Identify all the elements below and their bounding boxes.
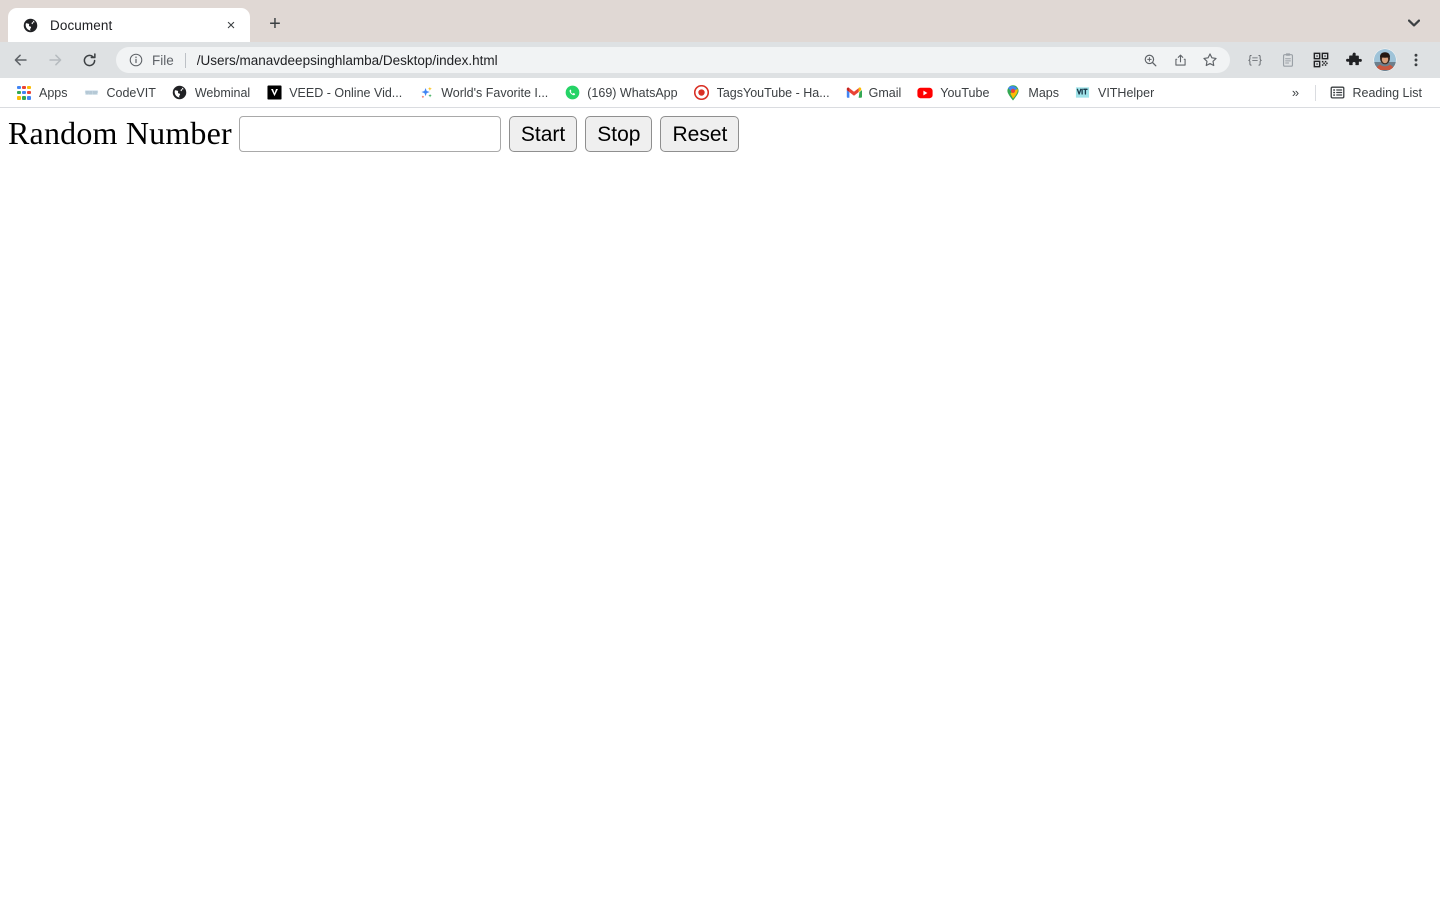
bookmark-youtube[interactable]: YouTube	[911, 82, 997, 104]
veed-favicon	[266, 85, 282, 101]
qr-code-icon[interactable]	[1307, 46, 1335, 74]
maps-favicon	[1005, 84, 1021, 101]
browser-toolbar: File /Users/manavdeepsinghlamba/Desktop/…	[0, 42, 1440, 78]
forward-arrow-icon	[40, 45, 70, 75]
star-icon[interactable]	[1198, 48, 1222, 72]
reset-button[interactable]: Reset	[660, 116, 740, 152]
autofill-glyph: {=}	[1248, 54, 1262, 66]
profile-avatar[interactable]	[1373, 48, 1397, 72]
url-text: /Users/manavdeepsinghlamba/Desktop/index…	[196, 52, 498, 68]
whatsapp-favicon	[564, 85, 580, 101]
codevit-favicon	[84, 85, 100, 101]
bookmarks-bar: Apps CodeVIT Webminal VEED - Online Vid.…	[0, 78, 1440, 108]
reading-list-label: Reading List	[1352, 85, 1423, 100]
bookmark-label: YouTube	[940, 85, 990, 100]
apps-grid-icon	[16, 85, 32, 101]
bookmark-label: Apps	[39, 85, 68, 100]
share-icon[interactable]	[1168, 48, 1192, 72]
bookmark-label: Webminal	[194, 85, 251, 100]
bookmarks-overflow-button[interactable]: »	[1285, 82, 1307, 104]
youtube-favicon	[917, 85, 933, 101]
zoom-in-icon[interactable]	[1138, 48, 1162, 72]
bookmark-vithelper[interactable]: VITHelper	[1069, 82, 1162, 104]
gmail-favicon	[846, 85, 862, 101]
start-button[interactable]: Start	[508, 116, 578, 152]
page-content: Random Number Start Stop Reset	[0, 108, 1440, 899]
bookmark-label: (169) WhatsApp	[587, 85, 678, 100]
bookmark-label: VITHelper	[1097, 85, 1155, 100]
chevron-down-icon[interactable]	[1402, 11, 1426, 35]
bookmark-codevit[interactable]: CodeVIT	[78, 82, 164, 104]
bookmark-label: TagsYouTube - Ha...	[716, 85, 830, 100]
three-dot-menu-icon[interactable]	[1402, 46, 1430, 74]
bookmark-webminal[interactable]: Webminal	[166, 82, 258, 104]
new-tab-button[interactable]: +	[260, 9, 290, 39]
omnibox-actions	[1132, 48, 1222, 72]
omnibox-divider	[184, 52, 186, 68]
bookmark-whatsapp[interactable]: (169) WhatsApp	[558, 82, 685, 104]
close-icon[interactable]: ×	[222, 16, 240, 34]
address-bar[interactable]: File /Users/manavdeepsinghlamba/Desktop/…	[116, 47, 1230, 73]
bookmarks-divider	[1314, 84, 1316, 101]
webminal-globe-favicon	[172, 85, 188, 101]
stop-button[interactable]: Stop	[585, 116, 653, 152]
bookmarks-bar-right: » Reading List	[1285, 82, 1433, 104]
random-number-input[interactable]	[238, 116, 501, 152]
bookmark-label: World's Favorite I...	[441, 85, 549, 100]
clipboard-icon[interactable]	[1274, 46, 1302, 74]
extensions-puzzle-icon[interactable]	[1340, 46, 1368, 74]
reading-list-button[interactable]: Reading List	[1324, 82, 1431, 104]
bookmark-veed[interactable]: VEED - Online Vid...	[260, 82, 410, 104]
bookmark-apps[interactable]: Apps	[10, 82, 76, 104]
vithelper-favicon	[1075, 85, 1091, 101]
tab-document[interactable]: Document ×	[8, 8, 250, 42]
browser-window: Document × + File /Users/manavdeepsinghl…	[0, 0, 1440, 900]
bookmark-worlds-favorite[interactable]: World's Favorite I...	[412, 82, 556, 104]
back-arrow-icon[interactable]	[6, 45, 36, 75]
random-number-row: Random Number Start Stop Reset	[8, 116, 1432, 152]
reading-list-icon	[1330, 85, 1346, 101]
worlds-favorite-favicon	[418, 85, 434, 101]
globe-icon	[22, 17, 38, 33]
bookmark-label: Gmail	[868, 85, 902, 100]
reload-icon[interactable]	[74, 45, 104, 75]
page-title: Random Number	[8, 115, 232, 152]
tagsyoutube-favicon	[694, 85, 710, 101]
autofill-icon[interactable]: {=}	[1241, 46, 1269, 74]
info-circle-icon[interactable]	[128, 52, 144, 68]
toolbar-icons: {=}	[1236, 46, 1430, 74]
url-scheme-label: File	[152, 52, 174, 68]
bookmark-tagsyoutube[interactable]: TagsYouTube - Ha...	[688, 82, 838, 104]
bookmark-label: CodeVIT	[106, 85, 156, 100]
tab-strip: Document × +	[0, 0, 1440, 42]
bookmark-label: VEED - Online Vid...	[289, 85, 403, 100]
tab-title: Document	[50, 17, 113, 33]
bookmark-label: Maps	[1028, 85, 1059, 100]
bookmark-maps[interactable]: Maps	[999, 82, 1067, 104]
bookmark-gmail[interactable]: Gmail	[840, 82, 910, 104]
